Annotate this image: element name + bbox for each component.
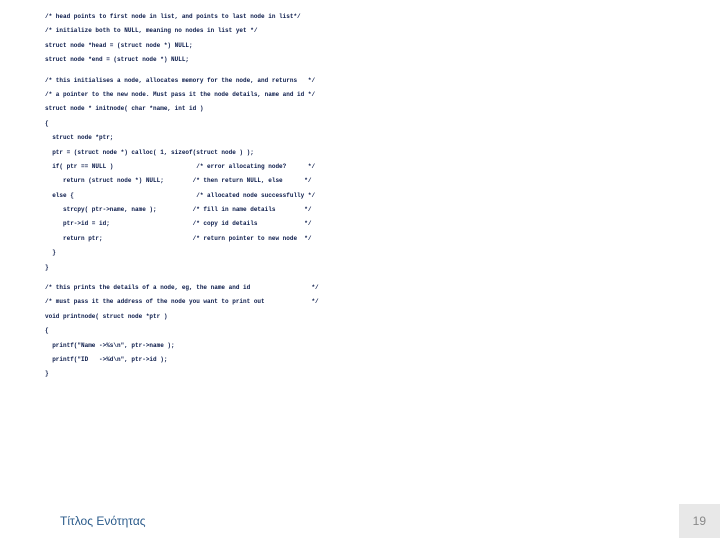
code-line: {	[45, 117, 680, 131]
code-line: ptr->id = id; /* copy id details */	[45, 217, 680, 231]
code-line: printf("ID ->%d\n", ptr->id );	[45, 353, 680, 367]
code-line: return ptr; /* return pointer to new nod…	[45, 232, 680, 246]
slide: /* head points to first node in list, an…	[0, 0, 720, 540]
code-line: return (struct node *) NULL; /* then ret…	[45, 174, 680, 188]
section-title: Τίτλος Ενότητας	[60, 514, 146, 528]
page-number: 19	[679, 504, 720, 538]
code-line: }	[45, 246, 680, 260]
code-line: {	[45, 324, 680, 338]
code-line: /* must pass it the address of the node …	[45, 295, 680, 309]
code-line: /* a pointer to the new node. Must pass …	[45, 88, 680, 102]
code-line: struct node *ptr;	[45, 131, 680, 145]
code-line: struct node *end = (struct node *) NULL;	[45, 53, 680, 67]
code-line: /* this initialises a node, allocates me…	[45, 74, 680, 88]
code-line: ptr = (struct node *) calloc( 1, sizeof(…	[45, 146, 680, 160]
code-line: /* head points to first node in list, an…	[45, 10, 680, 24]
code-line: struct node * initnode( char *name, int …	[45, 102, 680, 116]
code-line: }	[45, 261, 680, 275]
code-block: /* head points to first node in list, an…	[45, 10, 680, 382]
code-line: else { /* allocated node successfully */	[45, 189, 680, 203]
code-line: strcpy( ptr->name, name ); /* fill in na…	[45, 203, 680, 217]
code-line: struct node *head = (struct node *) NULL…	[45, 39, 680, 53]
code-line: void printnode( struct node *ptr )	[45, 310, 680, 324]
code-line: printf("Name ->%s\n", ptr->name );	[45, 339, 680, 353]
code-line: /* this prints the details of a node, eg…	[45, 281, 680, 295]
code-line: }	[45, 367, 680, 381]
footer: Τίτλος Ενότητας 19	[0, 502, 720, 540]
code-line: if( ptr == NULL ) /* error allocating no…	[45, 160, 680, 174]
code-line: /* initialize both to NULL, meaning no n…	[45, 24, 680, 38]
